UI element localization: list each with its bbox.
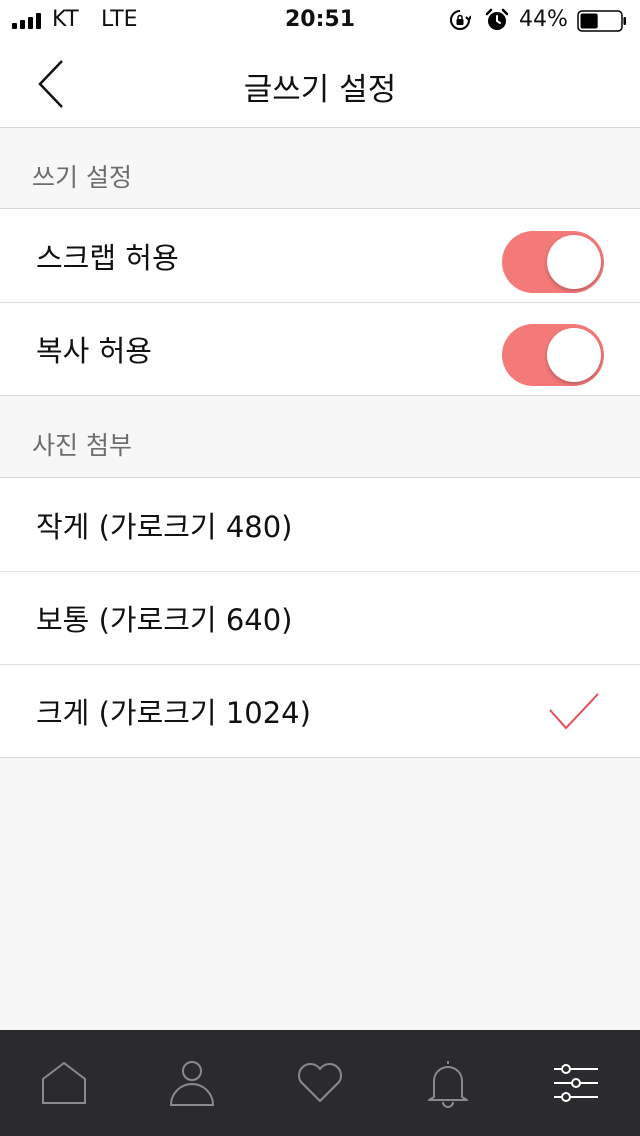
- rotation-lock-icon: [450, 10, 471, 30]
- tab-profile[interactable]: [128, 1030, 256, 1136]
- navigation-bar: 글쓰기 설정: [0, 40, 640, 128]
- status-bar: KT LTE 20:51 44%: [0, 0, 640, 40]
- section-header-label: 쓰기 설정: [32, 163, 132, 192]
- battery-percent: 44%: [519, 7, 568, 32]
- battery-icon: [577, 10, 626, 32]
- heart-icon: [298, 1062, 342, 1102]
- page-title: 글쓰기 설정: [243, 72, 397, 108]
- photo-size-medium-row[interactable]: 보통 (가로크기 640): [0, 571, 640, 664]
- tab-settings[interactable]: [512, 1030, 640, 1136]
- copy-allow-row: 복사 허용: [0, 302, 640, 395]
- row-label: 스크랩 허용: [36, 240, 179, 275]
- writing-settings-group: 스크랩 허용 복사 허용: [0, 208, 640, 396]
- tab-home[interactable]: [0, 1030, 128, 1136]
- tab-likes[interactable]: [256, 1030, 384, 1136]
- scrap-allow-toggle[interactable]: [502, 231, 604, 293]
- row-label: 보통 (가로크기 640): [36, 602, 293, 637]
- row-label: 복사 허용: [36, 333, 152, 368]
- row-label: 크게 (가로크기 1024): [36, 695, 311, 730]
- scrap-allow-row: 스크랩 허용: [0, 209, 640, 302]
- settings-sliders-icon: [554, 1064, 598, 1102]
- home-icon: [42, 1061, 86, 1104]
- section-header-label: 사진 첨부: [32, 431, 132, 460]
- section-header-writing: 쓰기 설정: [0, 128, 640, 208]
- alarm-icon: [485, 8, 509, 30]
- checkmark-icon: [549, 693, 599, 730]
- photo-size-large-row[interactable]: 크게 (가로크기 1024): [0, 664, 640, 757]
- section-header-photo: 사진 첨부: [0, 396, 640, 476]
- copy-allow-toggle[interactable]: [502, 324, 604, 386]
- photo-size-group: 작게 (가로크기 480) 보통 (가로크기 640) 크게 (가로크기 102…: [0, 477, 640, 758]
- person-icon: [169, 1061, 215, 1106]
- row-label: 작게 (가로크기 480): [36, 509, 293, 544]
- tab-notifications[interactable]: [384, 1030, 512, 1136]
- photo-size-small-row[interactable]: 작게 (가로크기 480): [0, 478, 640, 571]
- toggle-knob: [547, 235, 601, 289]
- tab-bar: [0, 1030, 640, 1136]
- toggle-knob: [547, 328, 601, 382]
- bell-icon: [428, 1061, 468, 1108]
